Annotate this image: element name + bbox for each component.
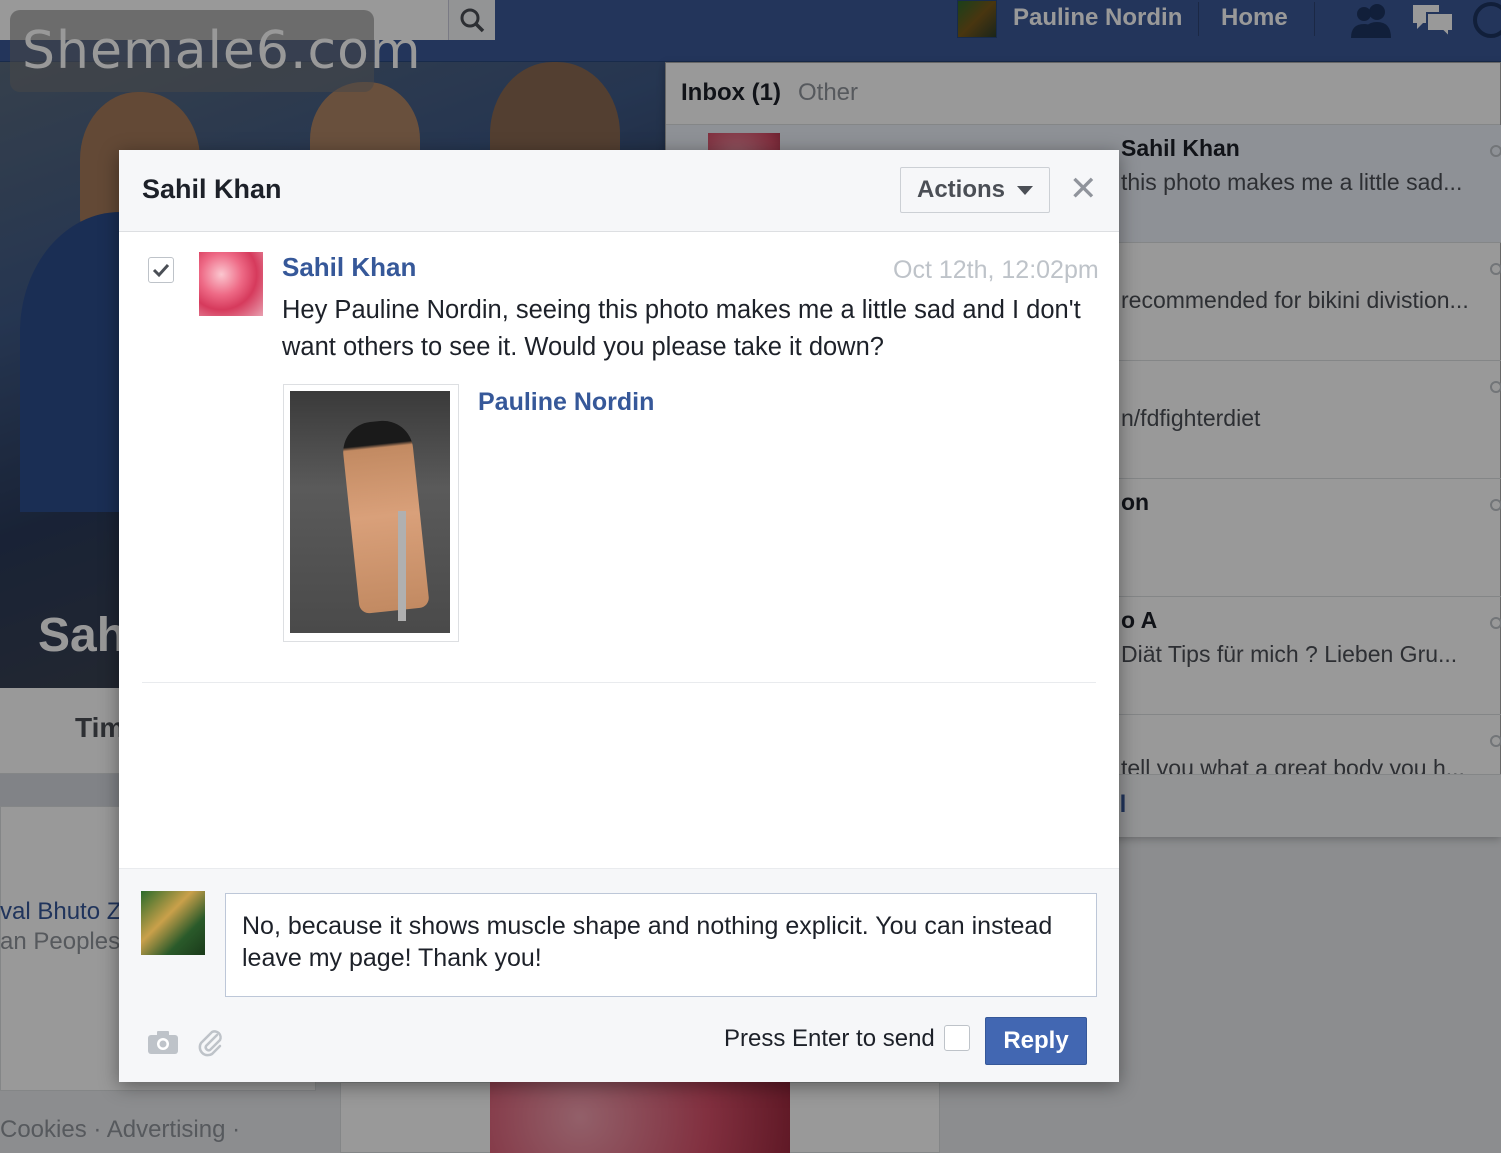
actions-label: Actions <box>916 176 1005 203</box>
checkmark-icon <box>152 263 170 278</box>
dialog-title: Sahil Khan <box>142 174 282 204</box>
conversation-dialog: Sahil Khan Actions ✕ Sahil Khan Oct 12th… <box>119 150 1119 1082</box>
reply-input[interactable]: No, because it shows muscle shape and no… <box>225 893 1097 997</box>
divider <box>142 682 1096 683</box>
caret-down-icon <box>1017 185 1033 195</box>
attached-photo[interactable] <box>283 384 459 642</box>
attached-photo-image <box>290 391 450 633</box>
my-avatar <box>141 891 205 955</box>
reply-button[interactable]: Reply <box>985 1017 1087 1065</box>
sender-name-link[interactable]: Sahil Khan <box>282 252 416 283</box>
attach-stand <box>398 511 406 621</box>
press-enter-label: Press Enter to send <box>724 1025 935 1052</box>
dialog-header: Sahil Khan Actions ✕ <box>119 150 1119 232</box>
reply-composer: No, because it shows muscle shape and no… <box>119 868 1119 1082</box>
press-enter-checkbox[interactable] <box>944 1025 970 1051</box>
message-select-checkbox[interactable] <box>148 257 174 283</box>
sender-avatar[interactable] <box>199 252 263 316</box>
actions-dropdown-button[interactable]: Actions <box>900 167 1050 213</box>
attachment-owner-link[interactable]: Pauline Nordin <box>478 388 654 417</box>
attach-figure <box>340 417 430 615</box>
attach-file-icon[interactable] <box>195 1027 225 1062</box>
message-body: Hey Pauline Nordin, seeing this photo ma… <box>282 296 1081 361</box>
camera-icon[interactable] <box>147 1029 179 1060</box>
message-timestamp: Oct 12th, 12:02pm <box>893 256 1099 284</box>
close-icon[interactable]: ✕ <box>1069 172 1098 206</box>
